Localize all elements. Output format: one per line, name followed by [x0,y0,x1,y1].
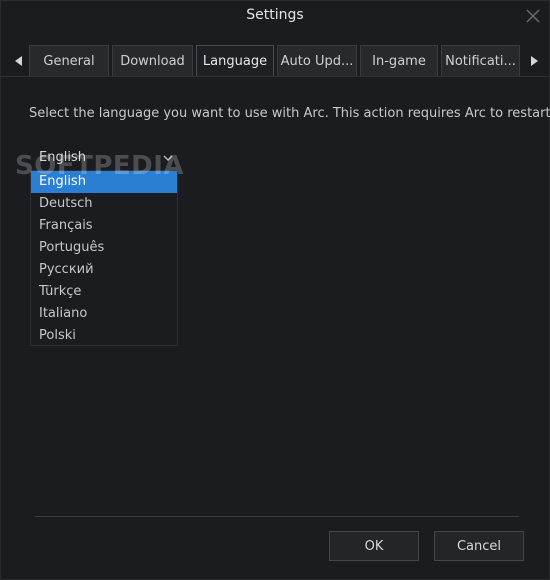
tab-label: Download [120,53,185,69]
language-option-english[interactable]: English [31,171,177,193]
tab-general[interactable]: General [29,45,109,76]
cancel-button[interactable]: Cancel [434,531,524,561]
tabs: General Download Language Auto Upd... In… [29,45,523,76]
language-option-portugues[interactable]: Português [31,237,177,259]
tab-notifications[interactable]: Notificati... [441,45,520,76]
tab-label: Language [202,53,268,69]
tab-label: Notificati... [445,53,516,69]
ok-button[interactable]: OK [329,531,419,561]
language-option-francais[interactable]: Français [31,215,177,237]
footer-divider [35,516,519,517]
chevron-down-icon [162,152,174,164]
language-option-turkce[interactable]: Türkçe [31,281,177,303]
tab-download[interactable]: Download [112,45,193,76]
title-bar: Settings [1,1,549,33]
close-icon[interactable] [523,6,543,26]
tab-strip: General Download Language Auto Upd... In… [9,45,543,77]
window-title: Settings [246,7,304,23]
language-option-russian[interactable]: Русский [31,259,177,281]
triangle-right-icon[interactable] [527,51,541,71]
triangle-left-icon[interactable] [12,51,26,71]
language-option-italiano[interactable]: Italiano [31,303,177,325]
language-dropdown: English Deutsch Français Português Русск… [30,170,178,346]
language-select[interactable]: English [30,148,178,168]
tab-in-game[interactable]: In-game [360,45,438,76]
tab-label: In-game [372,53,426,69]
tab-auto-update[interactable]: Auto Upd... [277,45,357,76]
language-option-deutsch[interactable]: Deutsch [31,193,177,215]
language-instruction: Select the language you want to use with… [29,106,550,121]
tab-label: General [43,53,95,69]
settings-window: Settings General Download Language Auto … [0,0,550,580]
tab-label: Auto Upd... [280,53,354,69]
tab-language[interactable]: Language [196,45,274,76]
language-select-value: English [39,150,86,165]
tab-divider [1,76,549,77]
language-option-polski[interactable]: Polski [31,325,177,347]
